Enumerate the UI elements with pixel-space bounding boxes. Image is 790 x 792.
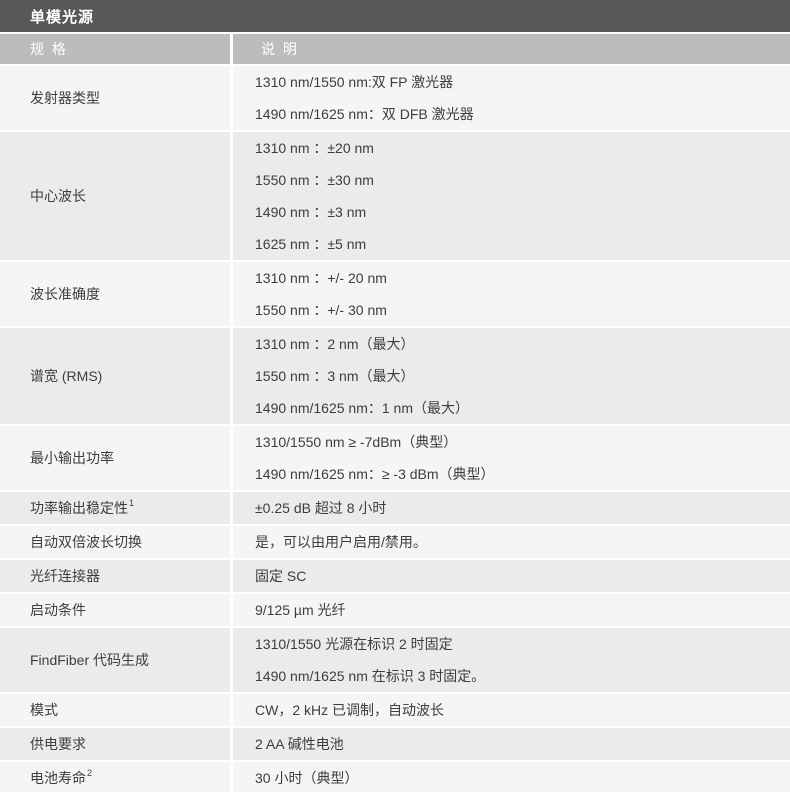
desc-line: 1490 nm/1625 nm：1 nm（最大） <box>255 400 469 416</box>
spec-cell: 波长准确度 <box>0 262 230 326</box>
desc-line: 1490 nm/1625 nm：≥ -3 dBm（典型） <box>255 466 495 482</box>
desc-line: 30 小时（典型） <box>255 770 359 786</box>
spec-cell: 模式 <box>0 694 230 726</box>
spec-label: 供电要求 <box>30 736 86 752</box>
spec-cell: 启动条件 <box>0 594 230 626</box>
desc-line: 1310 nm/1550 nm:双 FP 激光器 <box>255 74 454 90</box>
spec-cell: 光纤连接器 <box>0 560 230 592</box>
spec-cell: 自动双倍波长切换 <box>0 526 230 558</box>
spec-table: 发射器类型 1310 nm/1550 nm:双 FP 激光器 1490 nm/1… <box>0 66 790 792</box>
table-row-power-requirements: 供电要求 2 AA 碱性电池 <box>0 728 790 760</box>
desc-cell: 1310/1550 nm ≥ -7dBm（典型） 1490 nm/1625 nm… <box>233 426 790 490</box>
desc-line: 固定 SC <box>255 568 307 584</box>
spec-label: 模式 <box>30 702 58 718</box>
desc-line: 1490 nm/1625 nm 在标识 3 时固定。 <box>255 668 486 684</box>
spec-label: FindFiber 代码生成 <box>30 652 150 668</box>
page: 单模光源 规 格 说 明 发射器类型 1310 nm/1550 nm:双 FP … <box>0 0 790 792</box>
desc-cell: 30 小时（典型） <box>233 762 790 792</box>
desc-line: 2 AA 碱性电池 <box>255 736 344 752</box>
table-row-min-output-power: 最小输出功率 1310/1550 nm ≥ -7dBm（典型） 1490 nm/… <box>0 426 790 490</box>
desc-cell: 固定 SC <box>233 560 790 592</box>
table-row-findfiber-code: FindFiber 代码生成 1310/1550 光源在标识 2 时固定 149… <box>0 628 790 692</box>
header-spec-cell: 规 格 <box>0 34 230 64</box>
table-row-wavelength-accuracy: 波长准确度 1310 nm ：+/- 20 nm 1550 nm ：+/- 30… <box>0 262 790 326</box>
desc-line: 1310 nm ：+/- 20 nm <box>255 270 387 286</box>
spec-superscript: 2 <box>87 768 93 778</box>
spec-cell: 最小输出功率 <box>0 426 230 490</box>
desc-cell: 1310 nm/1550 nm:双 FP 激光器 1490 nm/1625 nm… <box>233 66 790 130</box>
table-row-power-stability: 功率输出稳定性 1 ±0.25 dB 超过 8 小时 <box>0 492 790 524</box>
spec-cell: 发射器类型 <box>0 66 230 130</box>
desc-cell: 1310 nm ：+/- 20 nm 1550 nm ：+/- 30 nm <box>233 262 790 326</box>
table-row-battery-life: 电池寿命 2 30 小时（典型） <box>0 762 790 792</box>
desc-line: 1490 nm ：±3 nm <box>255 204 367 220</box>
spec-label: 最小输出功率 <box>30 450 114 466</box>
spec-label: 中心波长 <box>30 188 86 204</box>
table-header: 规 格 说 明 <box>0 34 790 64</box>
desc-line: ±0.25 dB 超过 8 小时 <box>255 500 387 516</box>
title-bar: 单模光源 <box>0 0 790 32</box>
spec-label: 电池寿命 <box>30 770 86 786</box>
desc-line: 9/125 µm 光纤 <box>255 602 346 618</box>
desc-line: 1490 nm/1625 nm：双 DFB 激光器 <box>255 106 474 122</box>
desc-cell: CW，2 kHz 已调制，自动波长 <box>233 694 790 726</box>
spec-cell: 电池寿命 2 <box>0 762 230 792</box>
spec-label: 启动条件 <box>30 602 86 618</box>
spec-cell: 中心波长 <box>0 132 230 260</box>
spec-label: 发射器类型 <box>30 90 100 106</box>
table-row-transmitter-type: 发射器类型 1310 nm/1550 nm:双 FP 激光器 1490 nm/1… <box>0 66 790 130</box>
desc-cell: ±0.25 dB 超过 8 小时 <box>233 492 790 524</box>
desc-line: 1550 nm ：±30 nm <box>255 172 374 188</box>
table-row-center-wavelength: 中心波长 1310 nm ：±20 nm 1550 nm ：±30 nm 149… <box>0 132 790 260</box>
desc-cell: 2 AA 碱性电池 <box>233 728 790 760</box>
table-row-auto-dual-wavelength: 自动双倍波长切换 是，可以由用户启用/禁用。 <box>0 526 790 558</box>
desc-cell: 1310 nm ：±20 nm 1550 nm ：±30 nm 1490 nm … <box>233 132 790 260</box>
spec-cell: 功率输出稳定性 1 <box>0 492 230 524</box>
spec-cell: 供电要求 <box>0 728 230 760</box>
page-title: 单模光源 <box>30 8 95 26</box>
desc-line: 1310 nm ：±20 nm <box>255 140 374 156</box>
spec-label: 光纤连接器 <box>30 568 100 584</box>
spec-label: 功率输出稳定性 <box>30 500 128 516</box>
spec-superscript: 1 <box>129 498 135 508</box>
desc-line: 1310/1550 nm ≥ -7dBm（典型） <box>255 434 458 450</box>
desc-line: 1625 nm ：±5 nm <box>255 236 367 252</box>
header-desc-cell: 说 明 <box>233 34 790 64</box>
desc-cell: 是，可以由用户启用/禁用。 <box>233 526 790 558</box>
spec-cell: FindFiber 代码生成 <box>0 628 230 692</box>
desc-cell: 9/125 µm 光纤 <box>233 594 790 626</box>
spec-cell: 谱宽 (RMS) <box>0 328 230 424</box>
header-desc-label: 说 明 <box>261 41 299 57</box>
desc-line: 1550 nm ：+/- 30 nm <box>255 302 387 318</box>
spec-label: 波长准确度 <box>30 286 100 302</box>
table-row-fiber-connector: 光纤连接器 固定 SC <box>0 560 790 592</box>
desc-line: 是，可以由用户启用/禁用。 <box>255 534 427 550</box>
spec-label: 自动双倍波长切换 <box>30 534 142 550</box>
table-row-spectral-width: 谱宽 (RMS) 1310 nm ：2 nm（最大） 1550 nm ：3 nm… <box>0 328 790 424</box>
desc-cell: 1310 nm ：2 nm（最大） 1550 nm ：3 nm（最大） 1490… <box>233 328 790 424</box>
desc-line: 1310 nm ：2 nm（最大） <box>255 336 415 352</box>
desc-line: 1550 nm ：3 nm（最大） <box>255 368 415 384</box>
desc-line: 1310/1550 光源在标识 2 时固定 <box>255 636 453 652</box>
desc-cell: 1310/1550 光源在标识 2 时固定 1490 nm/1625 nm 在标… <box>233 628 790 692</box>
table-row-startup-condition: 启动条件 9/125 µm 光纤 <box>0 594 790 626</box>
table-row-mode: 模式 CW，2 kHz 已调制，自动波长 <box>0 694 790 726</box>
header-spec-label: 规 格 <box>30 41 68 57</box>
desc-line: CW，2 kHz 已调制，自动波长 <box>255 702 444 718</box>
spec-label: 谱宽 (RMS) <box>30 368 103 384</box>
